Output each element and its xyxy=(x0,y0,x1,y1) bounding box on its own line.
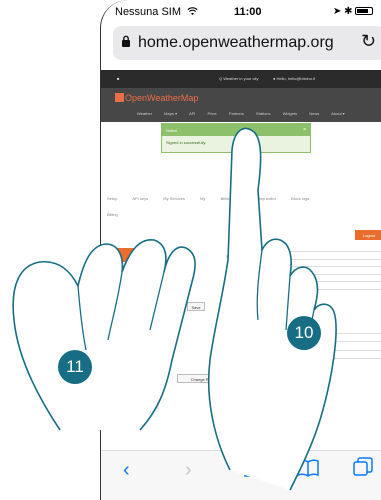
nav-links: Weather Maps ▾ API Price Partners Statio… xyxy=(137,111,356,116)
tab-map-editor[interactable]: Map editor xyxy=(257,196,276,201)
step-badge-10: 10 xyxy=(287,316,321,350)
nav-item-partners[interactable]: Partners xyxy=(229,111,244,116)
phone-screen: Nessuna SIM 11:00 ➤ ✱ home.openweatherma… xyxy=(100,0,381,500)
email-label: Email xyxy=(234,269,245,274)
nav-item-widgets[interactable]: Widgets xyxy=(283,111,297,116)
fullname-field[interactable] xyxy=(249,281,381,290)
location-bluetooth-icons: ➤ ✱ xyxy=(333,6,353,17)
tab-billing[interactable]: Billing xyxy=(107,212,118,217)
save-button[interactable]: Save xyxy=(187,302,205,311)
status-bar: Nessuna SIM 11:00 ➤ ✱ xyxy=(101,0,381,22)
nav-item-weather[interactable]: Weather xyxy=(137,111,152,116)
tab-my[interactable]: My xyxy=(200,196,205,201)
safari-toolbar: ‹ › xyxy=(101,450,381,500)
share-icon[interactable] xyxy=(243,455,259,477)
carrier-label: Nessuna SIM xyxy=(115,6,198,18)
logout-button[interactable]: Logout xyxy=(355,230,381,240)
sidebar-panel xyxy=(115,262,159,412)
close-icon[interactable]: × xyxy=(303,127,306,133)
tab-block-logs[interactable]: Block logs xyxy=(291,196,309,201)
topbar-menu-icon[interactable]: ■ xyxy=(117,76,119,81)
alert-header: Notice × xyxy=(162,124,310,136)
topbar-user[interactable]: ● Hello, hello@bticino.it xyxy=(273,76,315,81)
site-navbar: OpenWeatherMap Weather Maps ▾ API Price … xyxy=(101,88,381,122)
clock: 11:00 xyxy=(234,6,262,18)
lock-icon xyxy=(122,35,130,47)
email-field[interactable]: hello@bticino.it xyxy=(249,266,381,275)
success-alert: Notice × Signed in successfully. xyxy=(161,123,311,153)
bookmarks-icon[interactable] xyxy=(297,459,319,477)
change-password-button[interactable]: Change Password xyxy=(177,374,237,383)
logo-mark-icon xyxy=(115,93,124,102)
battery-icon xyxy=(355,7,374,16)
site-topbar: ■ Q Weather in your city ● Hello, hello@… xyxy=(101,70,381,88)
tab-billing-plans[interactable]: Billing plans xyxy=(221,196,242,201)
alert-title: Notice xyxy=(166,128,178,133)
address-bar[interactable]: home.openweathermap.org ↻ xyxy=(113,26,381,60)
web-page: ■ Q Weather in your city ● Hello, hello@… xyxy=(101,70,381,450)
nav-item-stations[interactable]: Stations xyxy=(256,111,270,116)
topbar-search[interactable]: Q Weather in your city xyxy=(219,76,259,81)
nav-item-maps[interactable]: Maps ▾ xyxy=(164,111,177,116)
alert-message: Signed in successfully. xyxy=(166,140,207,145)
nav-item-about[interactable]: About ▾ xyxy=(331,111,345,116)
username-label: Username xyxy=(226,254,245,259)
back-icon[interactable]: ‹ xyxy=(123,459,130,482)
password-label: Password xyxy=(227,336,245,341)
tabs-icon[interactable] xyxy=(353,457,373,477)
account-tabs: Setup API keys My Services My Billing pl… xyxy=(107,196,323,201)
nav-item-price[interactable]: Price xyxy=(208,111,217,116)
tab-setup[interactable]: Setup xyxy=(107,196,117,201)
nav-item-news[interactable]: News xyxy=(309,111,319,116)
confirm-password-field[interactable] xyxy=(249,350,381,359)
status-right: ➤ ✱ xyxy=(333,6,374,17)
wifi-icon xyxy=(187,7,198,16)
carrier-text: Nessuna SIM xyxy=(115,6,182,18)
forward-icon[interactable]: › xyxy=(185,459,192,482)
reload-icon[interactable]: ↻ xyxy=(361,31,376,52)
confirm-password-label: Confirm Password xyxy=(212,352,245,357)
site-logo[interactable]: OpenWeatherMap xyxy=(115,93,198,103)
tab-my-services[interactable]: My Services xyxy=(163,196,185,201)
fullname-label: Full name xyxy=(227,284,245,289)
step-badge-11: 11 xyxy=(58,350,92,384)
nav-item-api[interactable]: API xyxy=(189,111,195,116)
sidebar-active-item[interactable] xyxy=(115,248,159,262)
tab-api-keys[interactable]: API keys xyxy=(132,196,148,201)
url-text: home.openweathermap.org xyxy=(138,34,334,51)
username-field[interactable] xyxy=(249,251,381,260)
logo-text: OpenWeatherMap xyxy=(125,93,199,103)
